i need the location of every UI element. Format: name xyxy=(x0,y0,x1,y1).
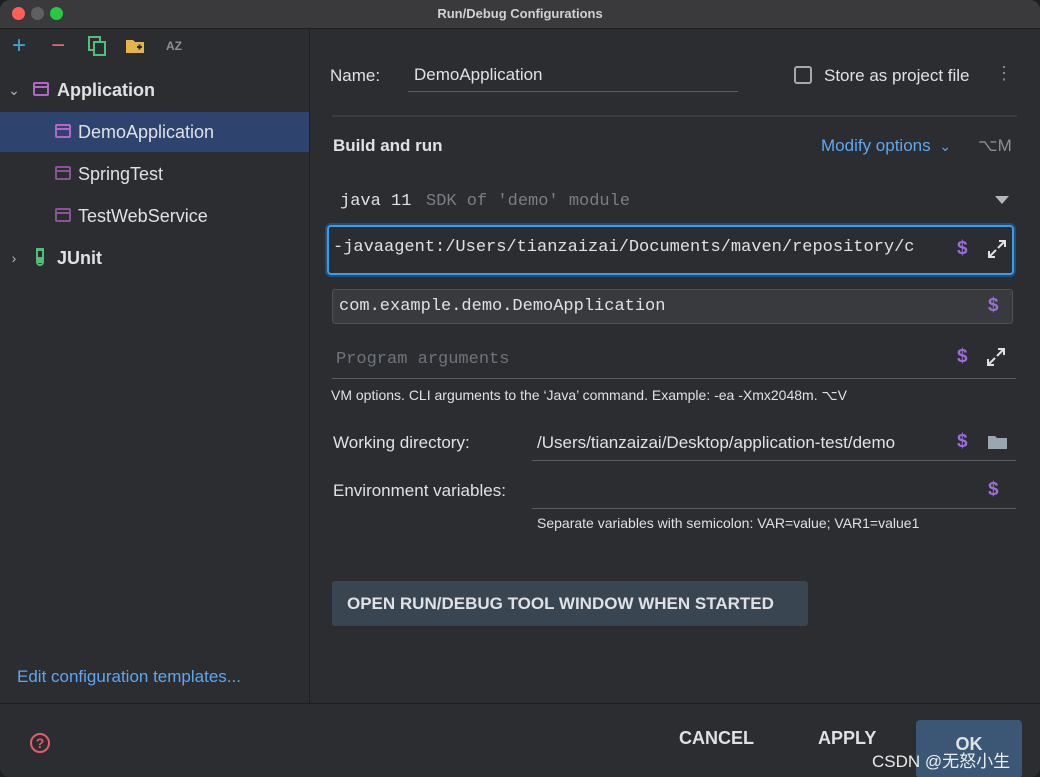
store-as-project-file-checkbox[interactable] xyxy=(794,66,812,84)
tree-item-springtest[interactable]: SpringTest xyxy=(0,154,309,194)
junit-icon xyxy=(36,248,44,266)
tree-item-junit[interactable]: › JUnit xyxy=(0,238,309,278)
divider xyxy=(332,115,1017,117)
vm-options-field[interactable]: -javaagent:/Users/tianzaizai/Documents/m… xyxy=(327,225,1014,275)
tree-item-label: TestWebService xyxy=(78,206,208,226)
name-value: DemoApplication xyxy=(414,65,543,84)
environment-variables-field[interactable]: $ xyxy=(532,472,1016,509)
insert-macro-icon[interactable]: $ xyxy=(988,295,999,317)
chevron-right-icon[interactable]: › xyxy=(6,238,22,278)
tree-item-label: JUnit xyxy=(57,248,102,268)
name-field[interactable]: DemoApplication xyxy=(408,55,738,92)
program-arguments-field[interactable]: Program arguments $ xyxy=(332,342,1016,379)
new-folder-icon[interactable] xyxy=(124,35,146,57)
sort-alphabetically-icon[interactable]: AZ xyxy=(163,35,185,57)
environment-variables-hint: Separate variables with semicolon: VAR=v… xyxy=(537,515,920,531)
configuration-form: Name: DemoApplication Store as project f… xyxy=(310,29,1040,703)
working-directory-field[interactable]: /Users/tianzaizai/Desktop/application-te… xyxy=(532,424,1016,461)
working-directory-label: Working directory: xyxy=(333,433,470,452)
folder-icon[interactable] xyxy=(987,433,1009,451)
dialog-button-bar: ? CANCEL APPLY OK CSDN @无怒小生 xyxy=(0,703,1040,777)
dropdown-arrow-icon xyxy=(995,196,1009,204)
sdk-java-version: java 11 xyxy=(340,192,412,211)
tree-item-label: DemoApplication xyxy=(78,122,215,142)
window-title: Run/Debug Configurations xyxy=(437,6,603,21)
expand-icon[interactable] xyxy=(987,239,1007,259)
edit-configuration-templates-link[interactable]: Edit configuration templates... xyxy=(17,667,241,687)
insert-macro-icon[interactable]: $ xyxy=(988,479,999,501)
expand-icon[interactable] xyxy=(986,347,1006,367)
store-as-project-file-label[interactable]: Store as project file xyxy=(824,66,970,86)
program-arguments-placeholder: Program arguments xyxy=(336,350,510,369)
working-directory-value: /Users/tianzaizai/Desktop/application-te… xyxy=(537,433,896,452)
cancel-button[interactable]: CANCEL xyxy=(679,728,754,749)
insert-macro-icon[interactable]: $ xyxy=(957,346,968,368)
environment-variables-label: Environment variables: xyxy=(333,481,506,500)
modify-options-label: Modify options xyxy=(821,136,931,155)
modify-options-link[interactable]: Modify options ⌄ xyxy=(821,136,951,156)
chevron-down-icon[interactable]: ⌄ xyxy=(6,70,22,110)
application-config-icon xyxy=(55,124,71,138)
tree-item-application[interactable]: ⌄ Application xyxy=(0,70,309,110)
application-icon xyxy=(33,82,49,96)
vm-options-hint: VM options. CLI arguments to the ‘Java’ … xyxy=(331,387,847,403)
application-config-icon xyxy=(55,208,71,222)
chevron-down-icon: ⌄ xyxy=(939,138,952,154)
sdk-description: SDK of 'demo' module xyxy=(426,192,631,211)
remove-configuration-icon[interactable]: − xyxy=(47,34,69,58)
application-config-icon xyxy=(55,166,71,180)
build-and-run-heading: Build and run xyxy=(333,136,443,155)
insert-macro-icon[interactable]: $ xyxy=(957,238,968,260)
insert-macro-icon[interactable]: $ xyxy=(957,431,968,453)
run-debug-dialog: Run/Debug Configurations + − AZ ⌄ Applic… xyxy=(0,0,1040,777)
name-label: Name: xyxy=(330,66,381,85)
watermark-text: CSDN @无怒小生 xyxy=(872,752,1011,771)
main-class-value: com.example.demo.DemoApplication xyxy=(339,297,666,316)
open-tool-window-option[interactable]: OPEN RUN/DEBUG TOOL WINDOW WHEN STARTED xyxy=(332,581,808,626)
tree-item-demoapplication[interactable]: DemoApplication xyxy=(0,112,309,152)
more-options-icon[interactable]: ⋮ xyxy=(995,63,1013,84)
help-icon[interactable]: ? xyxy=(30,733,50,753)
modify-options-shortcut: ⌥M xyxy=(978,136,1012,155)
tree-item-label: Application xyxy=(57,80,155,100)
tree-toolbar: + − AZ xyxy=(0,29,309,65)
tree-item-label: SpringTest xyxy=(78,164,164,184)
main-class-field[interactable]: com.example.demo.DemoApplication $ xyxy=(332,289,1013,324)
configuration-tree-panel: + − AZ ⌄ Application DemoApplication Spr… xyxy=(0,29,310,703)
title-bar: Run/Debug Configurations xyxy=(0,0,1040,29)
sdk-dropdown[interactable]: java 11 SDK of 'demo' module xyxy=(332,182,1017,222)
copy-configuration-icon[interactable] xyxy=(86,35,108,57)
tree-item-testwebservice[interactable]: TestWebService xyxy=(0,196,309,236)
add-configuration-icon[interactable]: + xyxy=(8,34,30,58)
vm-options-value: -javaagent:/Users/tianzaizai/Documents/m… xyxy=(333,238,915,257)
apply-button[interactable]: APPLY xyxy=(818,728,876,749)
